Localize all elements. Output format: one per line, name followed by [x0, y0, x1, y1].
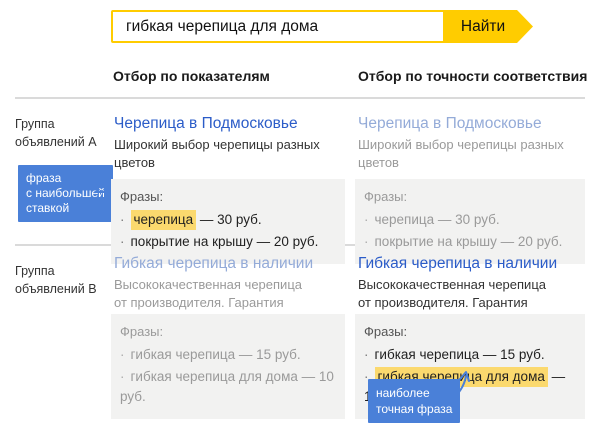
ad-title-link[interactable]: Гибкая черепица в наличии — [111, 254, 345, 274]
ad-title-link[interactable]: Черепица в Подмосковье — [111, 114, 345, 134]
highlighted-phrase: черепица — [131, 210, 197, 230]
phrase-item: гибкая черепица для дома — 10 руб. — [120, 367, 336, 407]
ad-description: Высококачественная черепица от производи… — [355, 276, 585, 312]
phrase-item: покрытие на крышу — 20 руб. — [364, 232, 576, 252]
curved-up-arrow-icon — [443, 369, 473, 403]
ad-title-link[interactable]: Черепица в Подмосковье — [355, 114, 585, 134]
ad-card-a-metrics: Черепица в Подмосковье Широкий выбор чер… — [111, 114, 345, 264]
ad-description: Высококачественная черепица от производи… — [111, 276, 345, 312]
phrases-box: Фразы: гибкая черепица — 15 руб. гибкая … — [111, 314, 345, 419]
page: гибкая черепица для дома Найти Отбор по … — [0, 0, 600, 428]
phrases-box: Фразы: черепица — 30 руб. покрытие на кр… — [111, 179, 345, 264]
divider — [15, 97, 585, 99]
column-header-metrics: Отбор по показателям — [113, 68, 270, 84]
phrase-item: гибкая черепица — 15 руб. — [364, 345, 576, 365]
search-bar: гибкая черепица для дома Найти — [111, 10, 533, 43]
phrase-item: покрытие на крышу — 20 руб. — [120, 232, 336, 252]
ad-title-link[interactable]: Гибкая черепица в наличии — [355, 254, 585, 274]
phrase-item: гибкая черепица — 15 руб. — [120, 345, 336, 365]
search-query-text: гибкая черепица для дома — [126, 18, 318, 36]
ad-description: Широкий выбор черепицы разных цветов — [111, 136, 345, 172]
ad-description: Широкий выбор черепицы разных цветов — [355, 136, 585, 172]
group-a-label: Группа объявлений A — [15, 115, 97, 151]
phrase-item: черепица — 30 руб. — [120, 210, 336, 230]
ad-card-a-accuracy: Черепица в Подмосковье Широкий выбор чер… — [355, 114, 585, 264]
search-button[interactable]: Найти — [445, 10, 533, 43]
phrase-item: черепица — 30 руб. — [364, 210, 576, 230]
column-header-accuracy: Отбор по точности соответствия — [358, 68, 587, 84]
group-b-label: Группа объявлений B — [15, 262, 97, 298]
ad-card-b-metrics: Гибкая черепица в наличии Высококачестве… — [111, 254, 345, 419]
search-input[interactable]: гибкая черепица для дома — [111, 10, 445, 43]
phrases-box: Фразы: черепица — 30 руб. покрытие на кр… — [355, 179, 585, 264]
